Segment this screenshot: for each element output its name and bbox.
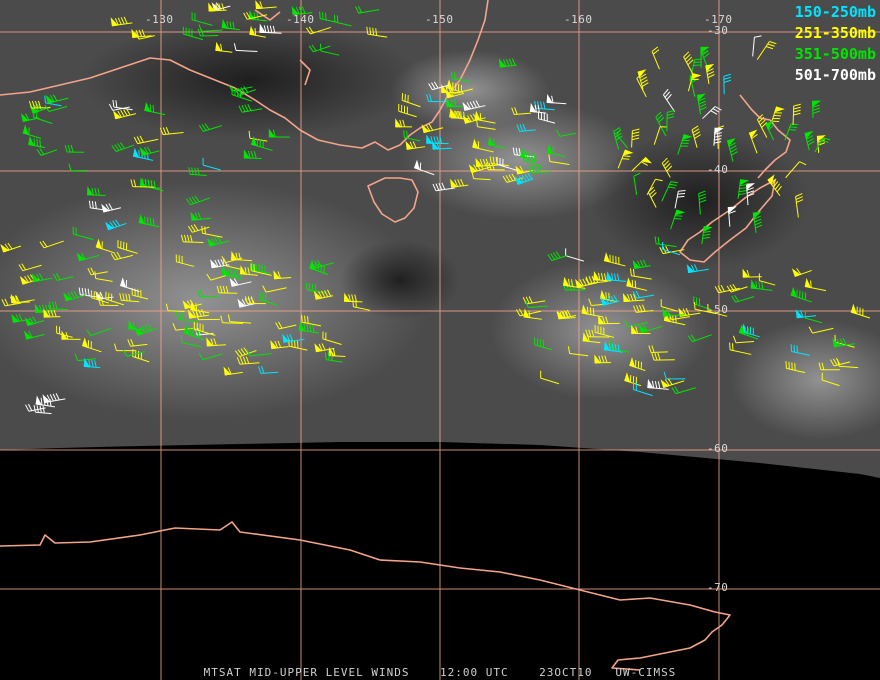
longitude-label: -140 — [286, 13, 315, 26]
water-vapor-wind-map — [0, 0, 880, 680]
longitude-label: -160 — [564, 13, 593, 26]
latitude-label: -60 — [707, 442, 729, 455]
legend-entry-251-350: 251-350mb — [794, 24, 876, 42]
product-label: MTSAT MID-UPPER LEVEL WINDS — [203, 666, 410, 679]
longitude-label: -130 — [145, 13, 174, 26]
barb-shaft — [183, 241, 204, 244]
latitude-label: -30 — [707, 24, 729, 37]
latitude-label: -70 — [707, 581, 729, 594]
legend-entry-150-250: 150-250mb — [794, 3, 876, 21]
barb-shaft — [132, 186, 155, 188]
longitude-label: -150 — [425, 13, 454, 26]
credit-label: UW-CIMSS — [615, 666, 677, 679]
legend-entry-351-500: 351-500mb — [794, 45, 876, 63]
legend-entry-501-700: 501-700mb — [794, 66, 876, 84]
barb-shaft — [222, 322, 244, 324]
map-caption: MTSAT MID-UPPER LEVEL WINDS 12:00 UTC 23… — [0, 666, 880, 679]
date-label: 23OCT10 — [539, 666, 593, 679]
latitude-label: -40 — [707, 163, 729, 176]
latitude-label: -50 — [707, 303, 729, 316]
time-label: 12:00 UTC — [439, 666, 509, 679]
